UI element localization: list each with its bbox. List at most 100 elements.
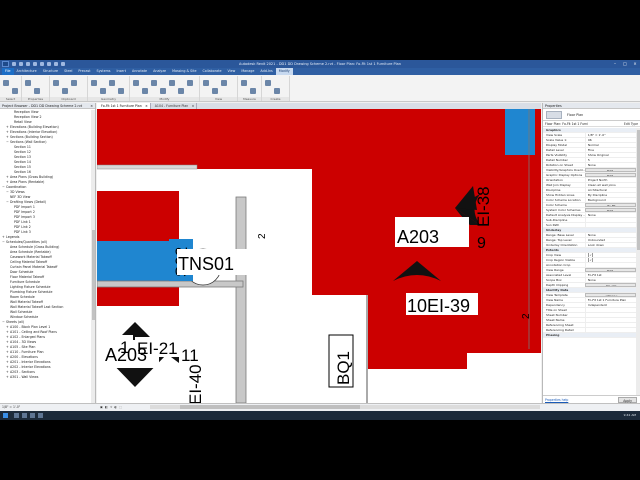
tab-massing-site[interactable]: Massing & Site (169, 68, 199, 75)
property-value[interactable]: Background (584, 198, 636, 202)
tab-steel[interactable]: Steel (61, 68, 75, 75)
view-tool-icon[interactable] (203, 80, 209, 86)
property-value[interactable]: Normal (584, 143, 636, 147)
scroll-thumb[interactable] (91, 230, 95, 320)
clipboard-tool-icon[interactable] (62, 88, 68, 94)
revit-taskbar-icon[interactable] (38, 413, 43, 418)
create-tool-icon[interactable] (265, 80, 271, 86)
browser-node[interactable]: +A301 - Wall Views (0, 375, 91, 380)
properties-help-link[interactable]: Properties help (545, 398, 568, 402)
close-icon[interactable]: × (90, 103, 93, 109)
tab-collaborate[interactable]: Collaborate (200, 68, 225, 75)
floor-plan-svg[interactable]: A203 EI-38 9 10EI-39 2 2 S02 TNS01 BQ1 1… (97, 109, 541, 403)
property-button[interactable]: Edit... (584, 168, 636, 172)
tab-structure[interactable]: Structure (40, 68, 61, 75)
measure-tool-icon[interactable] (241, 80, 247, 86)
shadows-icon[interactable]: ◐ (114, 405, 117, 410)
properties-tool-icon[interactable] (25, 80, 31, 86)
browser-icon[interactable] (30, 413, 35, 418)
property-value[interactable]: None (584, 278, 636, 282)
canvas-horizontal-scrollbar[interactable] (150, 405, 540, 409)
tab-file[interactable]: File (2, 68, 14, 75)
property-value[interactable] (584, 218, 636, 222)
property-value[interactable] (584, 318, 636, 322)
tab-analyze[interactable]: Analyze (150, 68, 169, 75)
modify-tool-icon[interactable] (178, 88, 184, 94)
windows-start-icon[interactable] (3, 413, 8, 418)
property-value[interactable]: Fo-Fit 1st (584, 273, 636, 277)
property-checkbox[interactable] (584, 263, 636, 267)
property-button[interactable]: No clip (584, 283, 636, 287)
select-tool-icon[interactable] (3, 80, 9, 86)
property-value[interactable]: Fo-Fit 1st 1 Furniture Plan (584, 298, 636, 302)
property-value[interactable]: Fine (584, 148, 636, 152)
property-value[interactable] (584, 328, 636, 332)
drawing-canvas[interactable]: A203 EI-38 9 10EI-39 2 2 S02 TNS01 BQ1 1… (97, 109, 541, 403)
property-value[interactable]: Show Original (584, 153, 636, 157)
property-button[interactable]: Edit... (584, 173, 636, 177)
property-value[interactable]: None (584, 213, 636, 217)
project-browser-scrollbar[interactable] (91, 110, 95, 403)
property-value[interactable]: By Discipline (584, 193, 636, 197)
property-checkbox[interactable] (584, 258, 636, 262)
edit-type-button[interactable]: Edit Type (624, 121, 638, 127)
type-selector[interactable]: Floor Plan (543, 109, 640, 121)
measure-tool-icon[interactable] (250, 88, 256, 94)
search-icon[interactable] (14, 413, 19, 418)
property-value[interactable]: Look down (584, 243, 636, 247)
property-button[interactable]: <None> (584, 293, 636, 297)
tab-annotate[interactable]: Annotate (129, 68, 150, 75)
geometry-tool-icon[interactable] (109, 80, 115, 86)
tab-view[interactable]: View (224, 68, 238, 75)
maximize-icon[interactable]: □ (622, 61, 628, 66)
property-value[interactable] (584, 308, 636, 312)
modify-tool-icon[interactable] (169, 80, 175, 86)
property-checkbox[interactable] (584, 253, 636, 257)
tab-manage[interactable]: Manage (238, 68, 257, 75)
property-checkbox[interactable] (584, 223, 636, 227)
tab-modify[interactable]: Modify (275, 68, 293, 75)
view-scale[interactable]: 1/8" = 1'-0" (2, 405, 20, 410)
property-button[interactable]: Edit... (584, 268, 636, 272)
modify-tool-icon[interactable] (187, 80, 193, 86)
geometry-tool-icon[interactable] (118, 88, 124, 94)
sun-path-icon[interactable]: ☼ (110, 405, 113, 410)
file-explorer-icon[interactable] (22, 413, 27, 418)
property-button[interactable]: Fo-Fit (584, 203, 636, 207)
instance-selector[interactable]: Floor Plan: Fo-Fit 1st 1 Furni Edit Type (543, 121, 640, 127)
property-value[interactable]: None (584, 233, 636, 237)
scroll-thumb[interactable] (636, 130, 640, 250)
property-value[interactable]: 1/8" = 1'-0" (584, 133, 636, 137)
modify-tool-icon[interactable] (142, 88, 148, 94)
scroll-thumb[interactable] (180, 405, 360, 409)
crop-view-icon[interactable]: ⬚ (119, 405, 122, 410)
modify-tool-icon[interactable] (160, 88, 166, 94)
property-value[interactable]: Project North (584, 178, 636, 182)
clipboard-tool-icon[interactable] (71, 80, 77, 86)
geometry-tool-icon[interactable] (91, 80, 97, 86)
select-tool-icon[interactable] (12, 88, 18, 94)
properties-tool-icon[interactable] (34, 88, 40, 94)
property-value[interactable]: Independent (584, 303, 636, 307)
property-value[interactable] (584, 313, 636, 317)
property-value[interactable]: None (584, 163, 636, 167)
modify-tool-icon[interactable] (151, 80, 157, 86)
view-tool-icon[interactable] (221, 80, 227, 86)
property-value[interactable]: Unbounded (584, 238, 636, 242)
property-value[interactable]: Clean all wall joins (584, 183, 636, 187)
create-tool-icon[interactable] (274, 88, 280, 94)
property-button[interactable]: Edit... (584, 208, 636, 212)
visual-style-icon[interactable]: ◧ (105, 405, 108, 410)
tab-systems[interactable]: Systems (94, 68, 114, 75)
view-tool-icon[interactable] (212, 88, 218, 94)
tab-add-ins[interactable]: Add-Ins (257, 68, 275, 75)
close-icon[interactable]: × (632, 61, 638, 66)
tab-architecture[interactable]: Architecture (14, 68, 40, 75)
tab-insert[interactable]: Insert (114, 68, 129, 75)
modify-tool-icon[interactable] (133, 80, 139, 86)
minimize-icon[interactable]: – (612, 61, 618, 66)
clipboard-tool-icon[interactable] (53, 80, 59, 86)
geometry-tool-icon[interactable] (100, 88, 106, 94)
property-value[interactable]: 96 (584, 138, 636, 142)
properties-scrollbar[interactable] (636, 128, 640, 395)
